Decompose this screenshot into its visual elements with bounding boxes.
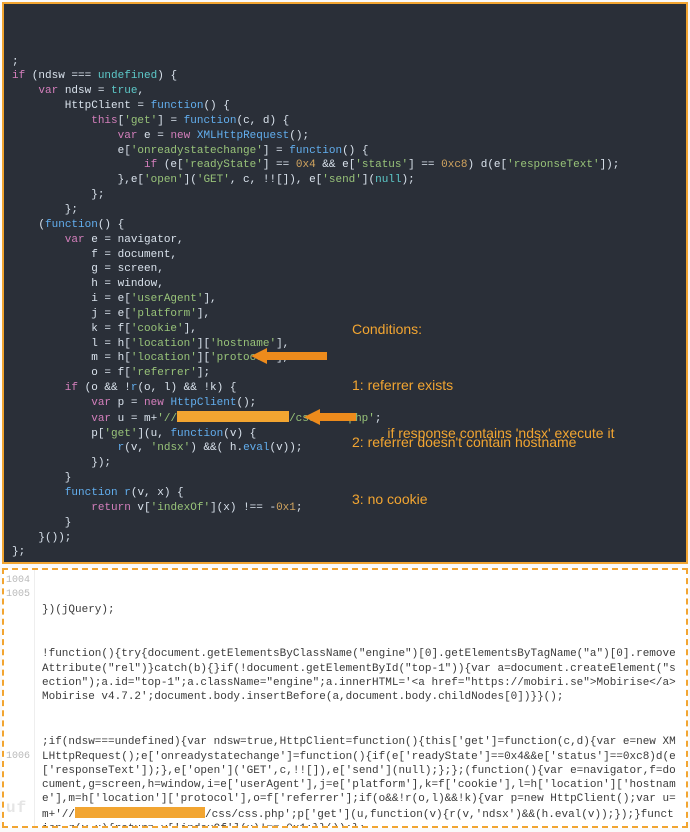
code-row-1004: })(jQuery);: [42, 603, 680, 617]
code-row-1005: !function(){try{document.getElementsByCl…: [42, 647, 680, 704]
dark-code-block: ; if (ndsw === undefined) { var ndsw = t…: [2, 2, 688, 564]
watermark: uf: [6, 798, 27, 820]
line-number: 1004: [4, 574, 34, 588]
line-number-gutter: 1004 1005 1006 uf: [4, 570, 35, 826]
redacted-domain: [177, 411, 289, 422]
redacted-domain: [75, 807, 205, 818]
pretty-code: ; if (ndsw === undefined) { var ndsw = t…: [12, 40, 678, 564]
screenshot-frame: ; if (ndsw === undefined) { var ndsw = t…: [0, 0, 690, 832]
line-number: 1006: [4, 750, 34, 764]
code-row-1006: ;if(ndsw===undefined){var ndsw=true,Http…: [42, 735, 680, 828]
line-number: 1005: [4, 588, 34, 602]
light-code-block: 1004 1005 1006 uf })(jQuery); !function(…: [2, 568, 688, 828]
minified-code: })(jQuery); !function(){try{document.get…: [42, 574, 680, 828]
